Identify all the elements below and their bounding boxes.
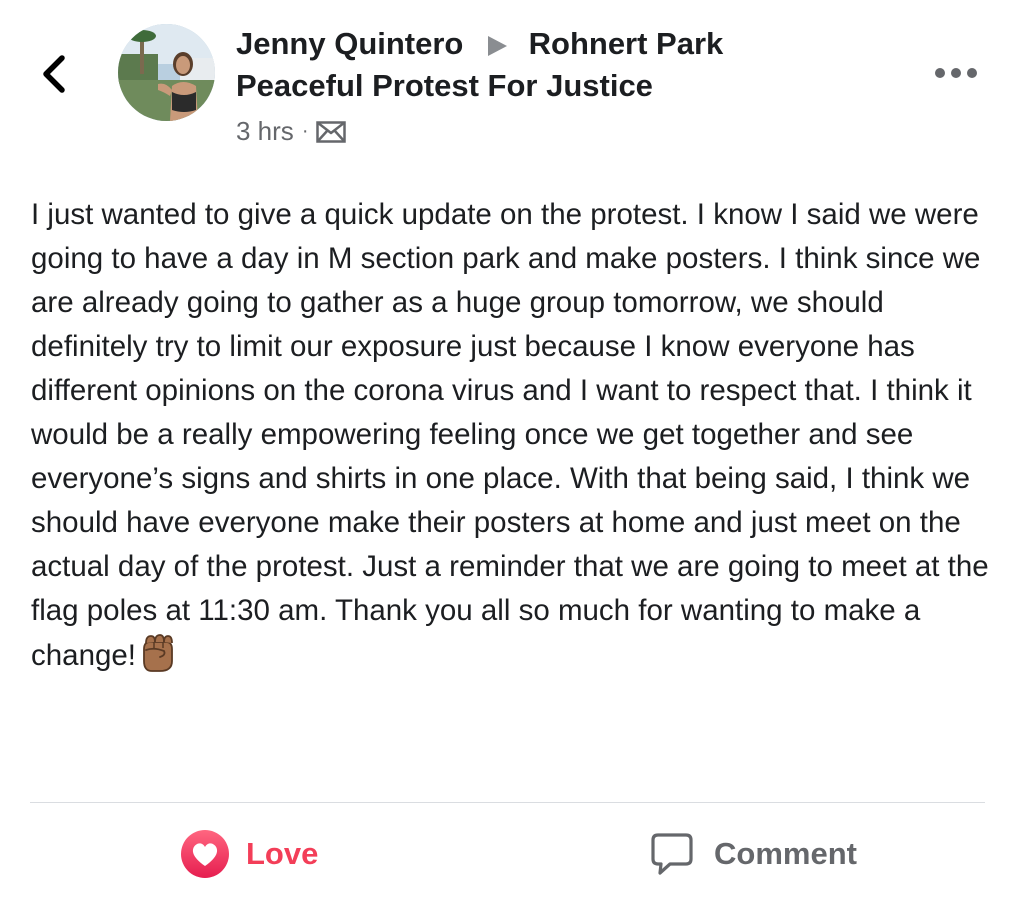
author-name[interactable]: Jenny Quintero — [236, 26, 463, 61]
triangle-right-icon — [488, 35, 507, 56]
post-header-line2: Peaceful Protest For Justice — [236, 68, 653, 104]
love-reaction-button[interactable]: Love — [180, 830, 318, 878]
chevron-left-icon — [43, 55, 65, 93]
group-name[interactable]: Rohnert Park — [529, 26, 724, 61]
raised-fist-emoji — [138, 633, 176, 686]
post-timestamp[interactable]: 3 hrs — [236, 116, 294, 147]
back-button[interactable] — [36, 52, 76, 96]
heart-icon — [181, 830, 229, 878]
more-options-button[interactable] — [932, 62, 980, 84]
comment-bubble-icon — [651, 833, 693, 875]
post-meta: 3 hrs · — [236, 116, 347, 147]
meta-separator: · — [301, 120, 309, 142]
profile-photo — [118, 24, 215, 121]
more-horizontal-icon — [935, 68, 977, 78]
comment-label: Comment — [714, 836, 857, 871]
group-name-continued[interactable]: Peaceful Protest For Justice — [236, 68, 653, 103]
comment-button[interactable]: Comment — [650, 830, 857, 878]
post-body: I just wanted to give a quick update on … — [31, 193, 991, 686]
post-text: I just wanted to give a quick update on … — [31, 198, 989, 672]
divider — [30, 802, 985, 803]
post-header-line1: Jenny Quintero Rohnert Park — [236, 26, 723, 62]
avatar[interactable] — [118, 24, 215, 121]
envelope-icon — [316, 120, 347, 143]
love-label: Love — [246, 836, 319, 871]
